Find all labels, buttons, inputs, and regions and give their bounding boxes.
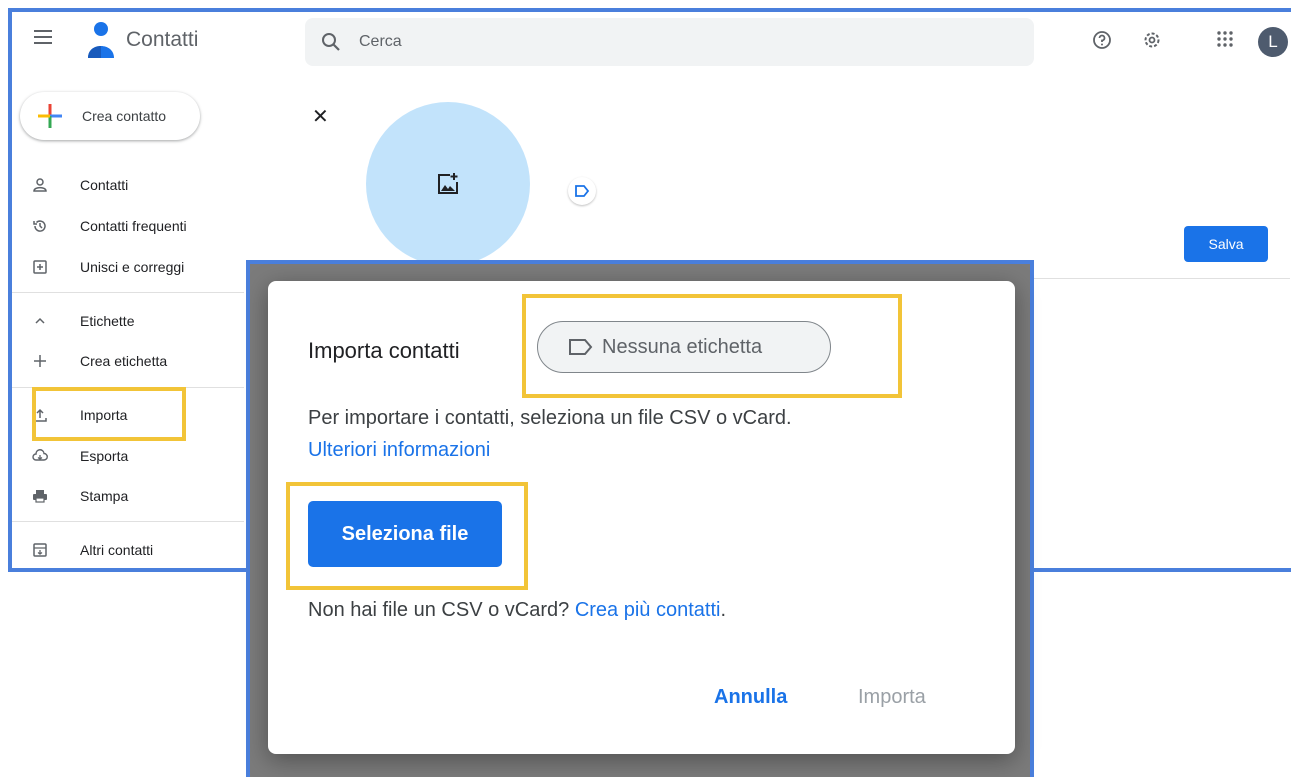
sidebar-item-label: Stampa xyxy=(80,488,129,504)
plus-color-icon xyxy=(38,104,62,128)
save-button[interactable]: Salva xyxy=(1184,226,1268,262)
top-bar: Contatti L xyxy=(12,12,1291,72)
main-menu-icon[interactable] xyxy=(34,30,52,44)
contacts-logo-icon xyxy=(88,22,114,58)
footer-question: Non hai file un CSV o vCard? xyxy=(308,599,570,621)
sidebar-item-label: Altri contatti xyxy=(80,542,154,558)
sidebar-item-print[interactable]: Stampa xyxy=(12,479,242,515)
search-icon[interactable] xyxy=(319,30,343,54)
sidebar-item-export[interactable]: Esporta xyxy=(12,439,242,475)
create-more-contacts-link[interactable]: Crea più contatti xyxy=(575,599,721,621)
settings-icon[interactable] xyxy=(1142,30,1162,50)
sidebar-item-label: Esporta xyxy=(80,448,129,464)
divider xyxy=(1030,278,1290,279)
dialog-description: Per importare i contatti, seleziona un f… xyxy=(308,407,792,429)
search-input[interactable] xyxy=(357,32,961,52)
sidebar-item-other-contacts[interactable]: Altri contatti xyxy=(12,533,242,568)
print-icon xyxy=(32,488,48,504)
sidebar-item-label: Crea etichetta xyxy=(80,353,168,369)
sidebar-divider xyxy=(12,292,244,293)
app-title: Contatti xyxy=(126,28,199,51)
highlight-select-file xyxy=(286,482,528,590)
close-icon[interactable]: ✕ xyxy=(312,104,329,129)
sidebar-item-label: Contatti xyxy=(80,177,129,193)
create-contact-button[interactable]: Crea contatto xyxy=(20,92,200,140)
person-icon xyxy=(32,177,48,193)
plus-icon xyxy=(32,353,48,369)
sidebar-item-label: Contatti frequenti xyxy=(80,218,187,234)
sidebar-divider xyxy=(12,521,244,522)
create-contact-label: Crea contatto xyxy=(82,108,167,124)
sidebar-item-label: Unisci e correggi xyxy=(80,259,185,275)
chevron-up-icon xyxy=(32,313,48,329)
merge-icon xyxy=(32,259,48,275)
help-icon[interactable] xyxy=(1092,30,1112,50)
apps-grid-icon[interactable] xyxy=(1216,30,1234,48)
import-button[interactable]: Importa xyxy=(858,686,926,709)
label-icon xyxy=(575,185,590,197)
cancel-button[interactable]: Annulla xyxy=(714,686,787,709)
cloud-download-icon xyxy=(32,448,48,464)
search-bar[interactable] xyxy=(305,18,1034,66)
archive-icon xyxy=(32,542,48,558)
sidebar-item-create-label[interactable]: Crea etichetta xyxy=(12,344,242,380)
sidebar-item-labels[interactable]: Etichette xyxy=(12,304,242,340)
add-photo-icon xyxy=(438,173,458,194)
more-info-link[interactable]: Ulteriori informazioni xyxy=(308,439,490,462)
highlight-label-chip xyxy=(522,294,902,398)
sidebar-item-merge[interactable]: Unisci e correggi xyxy=(12,250,242,286)
add-photo-button[interactable] xyxy=(366,102,530,266)
account-avatar[interactable]: L xyxy=(1258,27,1288,57)
highlight-import-sidebar xyxy=(32,387,186,441)
history-icon xyxy=(32,218,48,234)
dialog-footer-text: Non hai file un CSV o vCard? Crea più co… xyxy=(308,599,726,622)
sidebar-item-frequent[interactable]: Contatti frequenti xyxy=(12,209,242,245)
footer-period: . xyxy=(720,599,727,621)
sidebar-item-contacts[interactable]: Contatti xyxy=(12,168,242,204)
dialog-title: Importa contatti xyxy=(308,338,460,363)
add-label-button[interactable] xyxy=(568,177,596,205)
sidebar-item-label: Etichette xyxy=(80,313,135,329)
